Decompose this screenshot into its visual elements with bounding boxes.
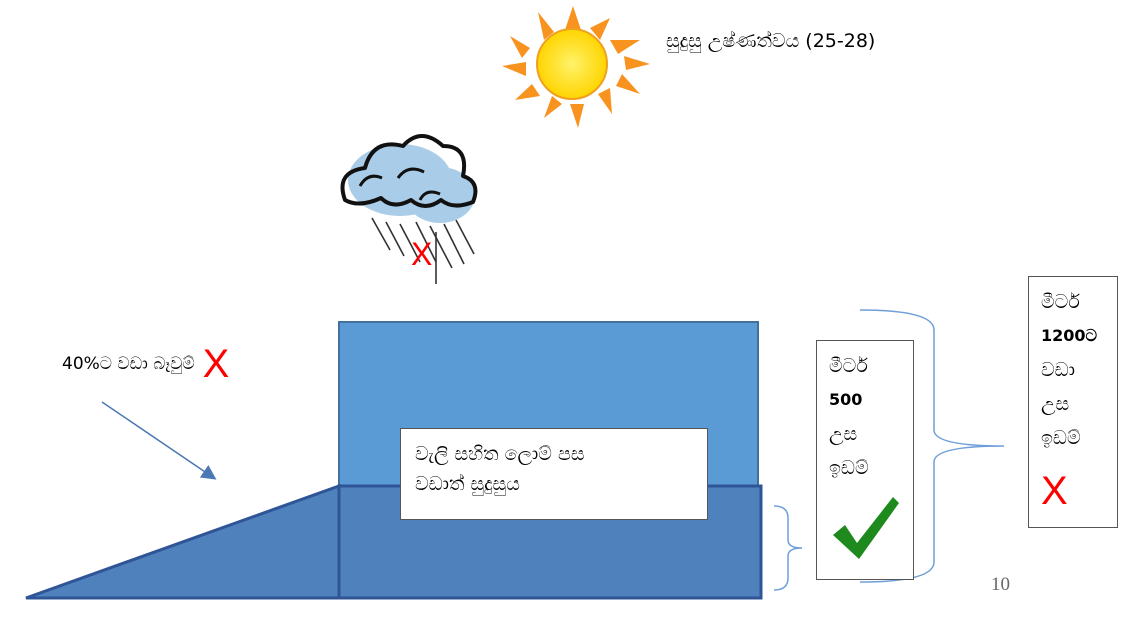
check-icon — [833, 497, 899, 559]
altitude-1200-line4: උස — [1041, 393, 1070, 415]
rain-cloud-icon — [340, 134, 478, 284]
soil-label-line2: වඩාත් සුදුසුය — [415, 473, 520, 495]
altitude-500-line1: මීටර් — [829, 355, 868, 377]
soil-label-box: වැලි සහිත ලොම් පස වඩාත් සුදුසුය — [400, 428, 708, 520]
slope-arrow — [101, 401, 217, 480]
altitude-1200-cross-mark: X — [1041, 469, 1068, 513]
diagram-canvas — [25, 6, 1005, 600]
altitude-500-line4: ඉඩම් — [829, 457, 869, 479]
altitude-1200-line1: මීටර් — [1041, 291, 1080, 313]
altitude-1200-line3: වඩා — [1041, 359, 1075, 381]
altitude-1200-box: මීටර් 1200ට වඩා උස ඉඩම් X — [1028, 276, 1118, 528]
soil-label-line1: වැලි සහිත ලොම් පස — [415, 443, 585, 465]
slope-cross-mark: X — [202, 342, 230, 386]
temperature-label: සුදුසු උෂ්ණත්වය (25-28) — [666, 30, 876, 52]
slide-number: 10 — [991, 574, 1010, 595]
altitude-1200-value: 1200ට — [1041, 326, 1098, 345]
rain-cross-mark: X — [411, 236, 433, 272]
sun-icon — [502, 6, 650, 128]
altitude-500-line3: උස — [829, 423, 858, 445]
altitude-500-value: 500 — [829, 390, 863, 409]
slope-triangle — [25, 483, 341, 600]
slope-label-text: 40%ට වඩා බෑවුම් — [62, 354, 195, 374]
altitude-500-box: මීටර් 500 උස ඉඩම් — [816, 340, 914, 580]
lower-block-bracket — [773, 505, 803, 591]
altitude-1200-line5: ඉඩම් — [1041, 427, 1081, 449]
slope-label: 40%ට වඩා බෑවුම් X — [62, 344, 229, 384]
